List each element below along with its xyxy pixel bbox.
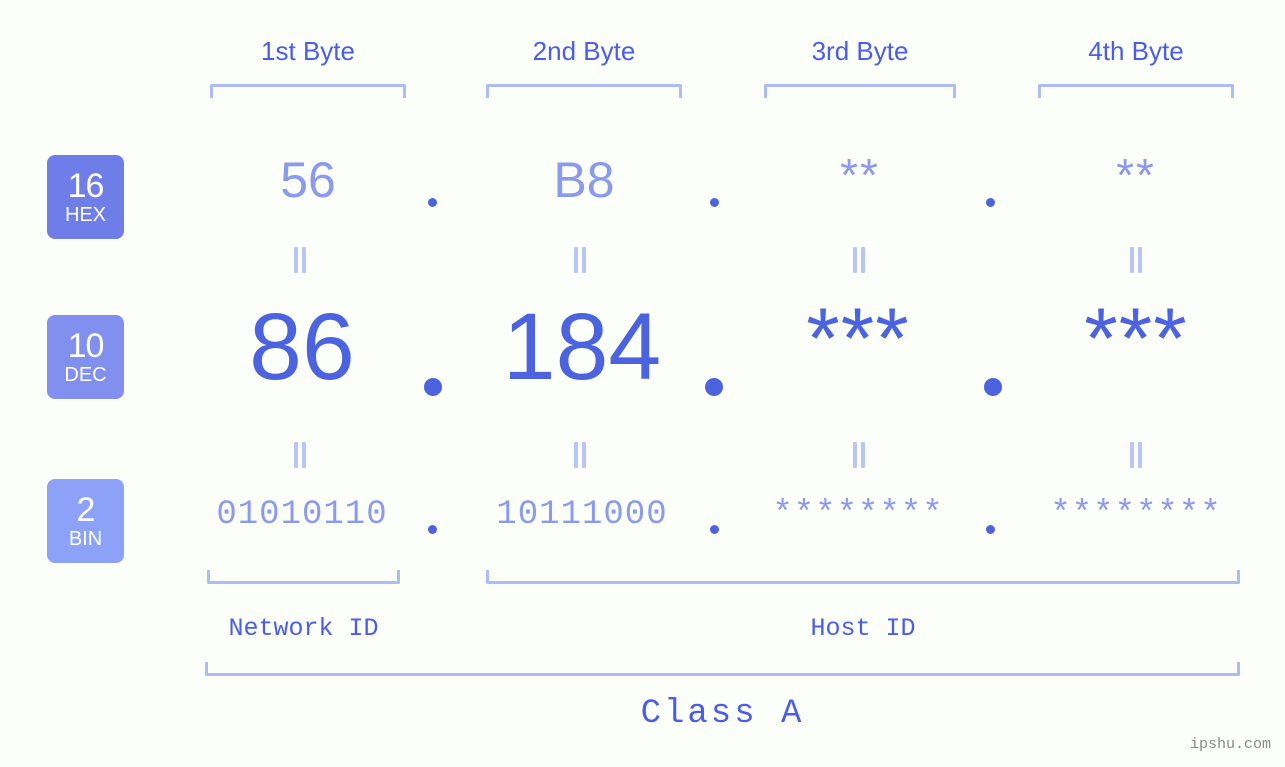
class-label: Class A bbox=[640, 695, 805, 733]
host-id-bracket bbox=[486, 570, 1240, 584]
hex-byte-1-value: 56 bbox=[280, 152, 336, 208]
bin-byte-2-value: 10111000 bbox=[496, 496, 668, 534]
byte-bracket-4 bbox=[1038, 84, 1234, 98]
radix-badge-dec-name: DEC bbox=[64, 364, 107, 386]
dec-byte-2-value: 184 bbox=[502, 294, 662, 400]
hex-separator-3 bbox=[986, 198, 995, 207]
ip-address-breakdown-diagram: 1st Byte 2nd Byte 3rd Byte 4th Byte 16 H… bbox=[0, 0, 1285, 767]
byte-header-3-label: 3rd Byte bbox=[811, 36, 909, 66]
hex-separator-2 bbox=[710, 198, 719, 207]
equals-connector-dec-bin-3 bbox=[851, 442, 867, 468]
radix-badge-hex-name: HEX bbox=[64, 204, 107, 226]
radix-badge-dec-number: 10 bbox=[67, 327, 105, 365]
dec-separator-2 bbox=[705, 378, 723, 396]
watermark: ipshu.com bbox=[1189, 736, 1271, 753]
radix-badge-dec: 10 DEC bbox=[47, 315, 124, 399]
byte-header-2-label: 2nd Byte bbox=[532, 36, 636, 66]
byte-header-4: 4th Byte bbox=[1038, 36, 1234, 67]
radix-badge-bin: 2 BIN bbox=[47, 479, 124, 563]
byte-header-1: 1st Byte bbox=[210, 36, 406, 67]
bin-byte-4-value: ******** bbox=[1050, 496, 1222, 534]
dec-byte-1-value: 86 bbox=[249, 294, 355, 400]
hex-byte-3-value: ** bbox=[840, 149, 880, 201]
dec-byte-4-value: *** bbox=[1084, 291, 1188, 387]
equals-connector-hex-dec-3 bbox=[851, 247, 867, 273]
equals-connector-dec-bin-1 bbox=[292, 442, 308, 468]
bin-byte-3-value: ******** bbox=[772, 496, 944, 534]
dec-byte-3-value: *** bbox=[806, 291, 910, 387]
hex-byte-4-value: ** bbox=[1116, 149, 1156, 201]
dec-separator-1 bbox=[424, 378, 442, 396]
bin-separator-1 bbox=[428, 525, 437, 534]
dec-separator-3 bbox=[984, 378, 1002, 396]
byte-header-4-label: 4th Byte bbox=[1088, 36, 1184, 66]
byte-header-1-label: 1st Byte bbox=[261, 36, 355, 66]
byte-bracket-1 bbox=[210, 84, 406, 98]
bin-separator-3 bbox=[986, 525, 995, 534]
network-id-bracket bbox=[207, 570, 400, 584]
equals-connector-hex-dec-4 bbox=[1128, 247, 1144, 273]
radix-badge-bin-name: BIN bbox=[68, 528, 103, 550]
host-id-label: Host ID bbox=[810, 614, 916, 643]
equals-connector-dec-bin-2 bbox=[572, 442, 588, 468]
radix-badge-bin-number: 2 bbox=[76, 491, 96, 529]
class-bracket bbox=[205, 662, 1240, 676]
hex-byte-2-value: B8 bbox=[553, 152, 615, 208]
network-id-label: Network ID bbox=[228, 614, 379, 643]
bin-byte-1-value: 01010110 bbox=[216, 496, 388, 534]
equals-connector-dec-bin-4 bbox=[1128, 442, 1144, 468]
byte-header-3: 3rd Byte bbox=[764, 36, 956, 67]
radix-badge-hex: 16 HEX bbox=[47, 155, 124, 239]
byte-header-2: 2nd Byte bbox=[486, 36, 682, 67]
byte-bracket-2 bbox=[486, 84, 682, 98]
byte-bracket-3 bbox=[764, 84, 956, 98]
radix-badge-hex-number: 16 bbox=[67, 167, 105, 205]
equals-connector-hex-dec-1 bbox=[292, 247, 308, 273]
equals-connector-hex-dec-2 bbox=[572, 247, 588, 273]
bin-separator-2 bbox=[710, 525, 719, 534]
hex-separator-1 bbox=[428, 198, 437, 207]
